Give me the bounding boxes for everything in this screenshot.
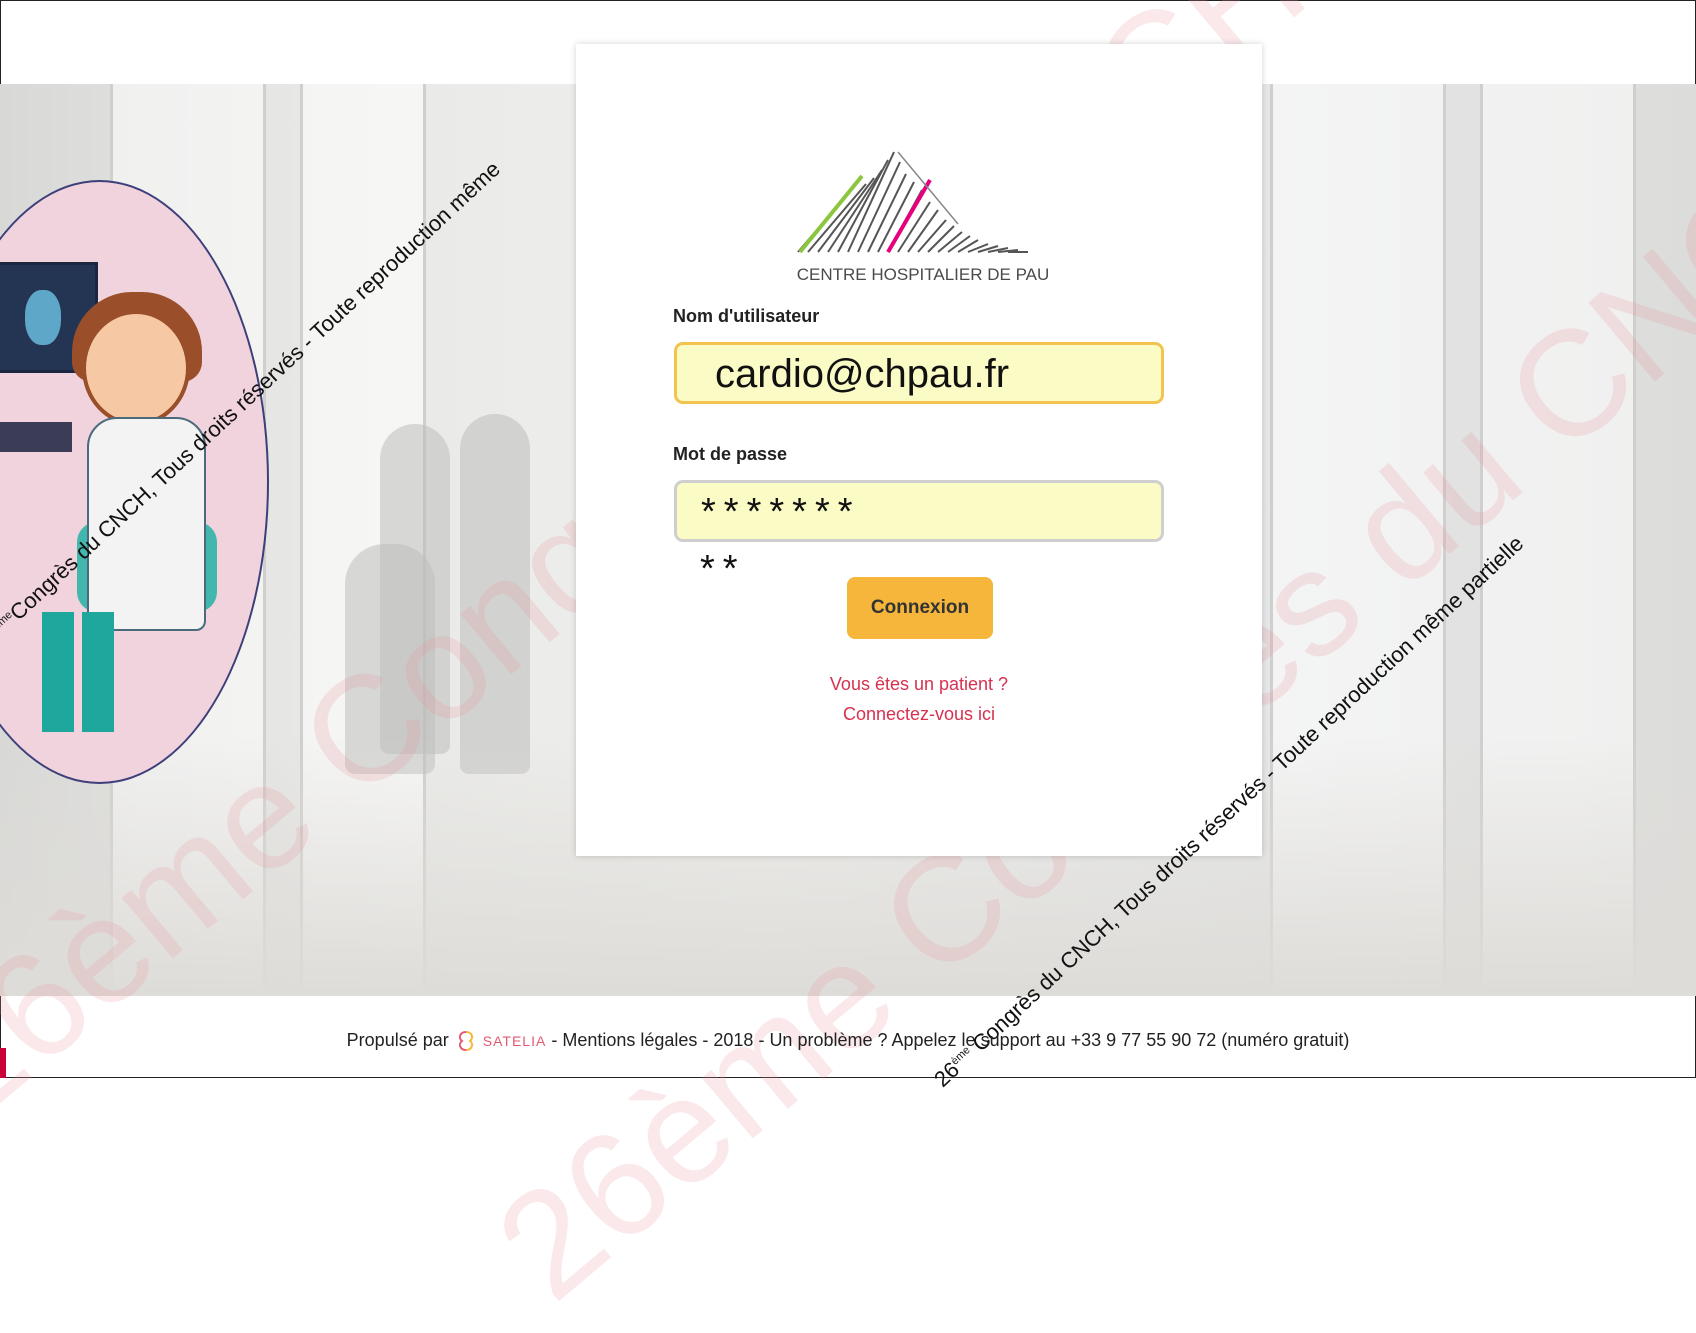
logo-text: CENTRE HOSPITALIER DE PAU — [797, 265, 1050, 284]
footer: Propulsé par SATELIA - Mentions légales … — [0, 1030, 1696, 1052]
satelia-brand[interactable]: SATELIA — [483, 1033, 547, 1049]
hospital-logo: CENTRE HOSPITALIER DE PAU — [797, 151, 1050, 284]
desk-illustration — [0, 422, 72, 452]
doctor-leg — [42, 612, 74, 732]
login-card: CENTRE HOSPITALIER DE PAU Nom d'utilisat… — [576, 44, 1262, 856]
password-label: Mot de passe — [673, 444, 788, 464]
satelia-logo-icon — [458, 1031, 473, 1052]
patient-login-link[interactable]: Connectez-vous ici — [576, 704, 1262, 725]
password-value: ******* — [701, 491, 861, 533]
username-input[interactable]: cardio@chpau.fr — [674, 342, 1164, 404]
scan-icon — [25, 290, 61, 345]
doctor-face — [82, 310, 190, 426]
doctor-leg — [82, 612, 114, 732]
patient-question: Vous êtes un patient ? — [829, 674, 1009, 694]
accent-bar — [0, 1048, 6, 1078]
password-overflow-text: ** — [700, 548, 746, 590]
login-button[interactable]: Connexion — [847, 577, 993, 639]
username-label: Nom d'utilisateur — [673, 306, 820, 326]
username-value: cardio@chpau.fr — [715, 352, 1010, 396]
footer-prefix: Propulsé par — [346, 1030, 449, 1050]
password-input[interactable]: ******* — [674, 480, 1164, 542]
footer-text: - Mentions légales - 2018 - Un problème … — [551, 1030, 1350, 1050]
